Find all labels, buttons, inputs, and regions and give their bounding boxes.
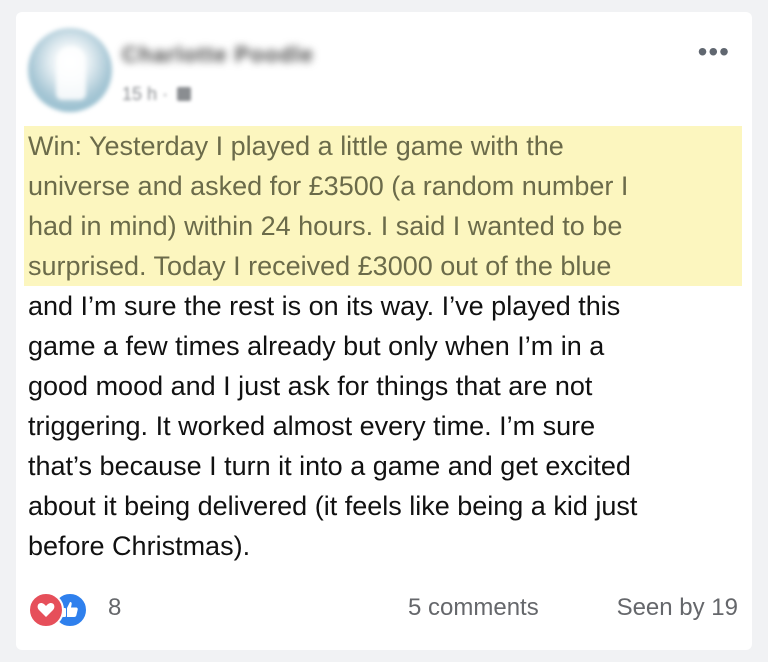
seen-by[interactable]: Seen by 19	[617, 594, 738, 622]
comments-link[interactable]: 5 comments	[408, 594, 539, 622]
love-reaction-icon	[28, 592, 64, 628]
body-line: and I’m sure the rest is on its way. I’v…	[28, 291, 621, 321]
highlighted-text: Win: Yesterday I played a little game wi…	[24, 126, 742, 286]
post-card: Charlotte Poodle 15 h · ••• Win: Yesterd…	[16, 12, 752, 650]
body-line: triggering. It worked almost every time.…	[28, 411, 596, 441]
reactions[interactable]	[28, 592, 98, 628]
avatar-figure	[56, 46, 86, 100]
post-footer: 8 5 comments Seen by 19	[28, 590, 738, 630]
body-line: good mood and I just ask for things that…	[28, 371, 593, 401]
audience-icon	[177, 87, 192, 101]
post-meta: 15 h ·	[122, 84, 192, 105]
body-line: before Christmas).	[28, 531, 251, 561]
highlight-line: universe and asked for £3500 (a random n…	[28, 171, 629, 201]
body-line: game a few times already but only when I…	[28, 331, 605, 361]
body-line: that’s because I turn it into a game and…	[28, 451, 631, 481]
more-icon[interactable]: •••	[698, 38, 730, 66]
body-line: about it being delivered (it feels like …	[28, 491, 638, 521]
post-text: Win: Yesterday I played a little game wi…	[24, 126, 742, 566]
author-name[interactable]: Charlotte Poodle	[122, 42, 314, 68]
highlight-line: surprised. Today I received £3000 out of…	[28, 251, 612, 281]
highlight-line: had in mind) within 24 hours. I said I w…	[28, 211, 623, 241]
reaction-count[interactable]: 8	[108, 594, 121, 622]
post-time[interactable]: 15 h	[122, 84, 157, 104]
highlight-line: Win: Yesterday I played a little game wi…	[28, 131, 564, 161]
avatar[interactable]	[28, 28, 112, 112]
